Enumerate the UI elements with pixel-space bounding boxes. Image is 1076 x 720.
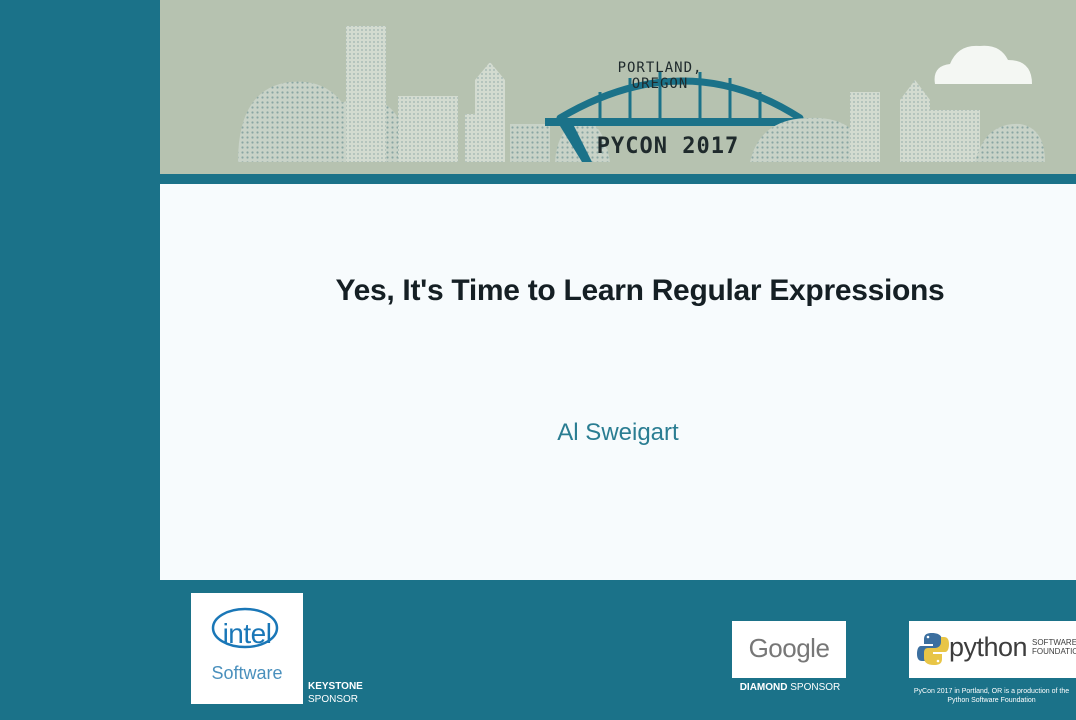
conference-name: PYCON 2017 <box>596 134 740 159</box>
production-note-line2: Python Software Foundation <box>947 697 1036 704</box>
keystone-sponsor-label: KEYSTONE SPONSOR <box>308 680 363 706</box>
intel-software-logo: intel Software <box>191 593 303 704</box>
psf-software-text: SOFTWARE <box>1032 638 1076 647</box>
python-snakes-icon <box>917 633 949 665</box>
production-note-line1: PyCon 2017 in Portland, OR is a producti… <box>913 688 1070 695</box>
intel-wordmark: intel <box>222 618 272 649</box>
slide-title: Yes, It's Time to Learn Regular Expressi… <box>335 274 945 307</box>
city-label: PORTLAND, OREGON <box>617 60 703 92</box>
python-wordmark: python <box>949 632 1028 662</box>
intel-software-text: Software <box>211 663 283 683</box>
speaker-name: Al Sweigart <box>557 419 679 446</box>
production-note: PyCon 2017 in Portland, OR is a producti… <box>907 687 1076 705</box>
keystone-tier: KEYSTONE <box>308 681 363 692</box>
diamond-tier: DIAMOND <box>739 682 788 693</box>
diamond-sponsor-word: SPONSOR <box>790 682 841 693</box>
banner-divider <box>160 174 1076 184</box>
google-wordmark: Google <box>748 633 830 663</box>
psf-foundation-text: FOUNDATION <box>1032 647 1076 656</box>
slide-content: Yes, It's Time to Learn Regular Expressi… <box>160 184 1076 580</box>
conference-banner: PORTLAND, OREGON PYCON 2017 <box>160 0 1076 174</box>
psf-subtitle: SOFTWARE FOUNDATION <box>1032 638 1076 656</box>
diamond-sponsor-label: DIAMOND SPONSOR <box>732 682 848 693</box>
python-software-foundation-logo: python SOFTWARE FOUNDATION <box>909 621 1076 678</box>
google-logo: Google <box>732 621 846 678</box>
keystone-sponsor-word: SPONSOR <box>308 694 359 705</box>
